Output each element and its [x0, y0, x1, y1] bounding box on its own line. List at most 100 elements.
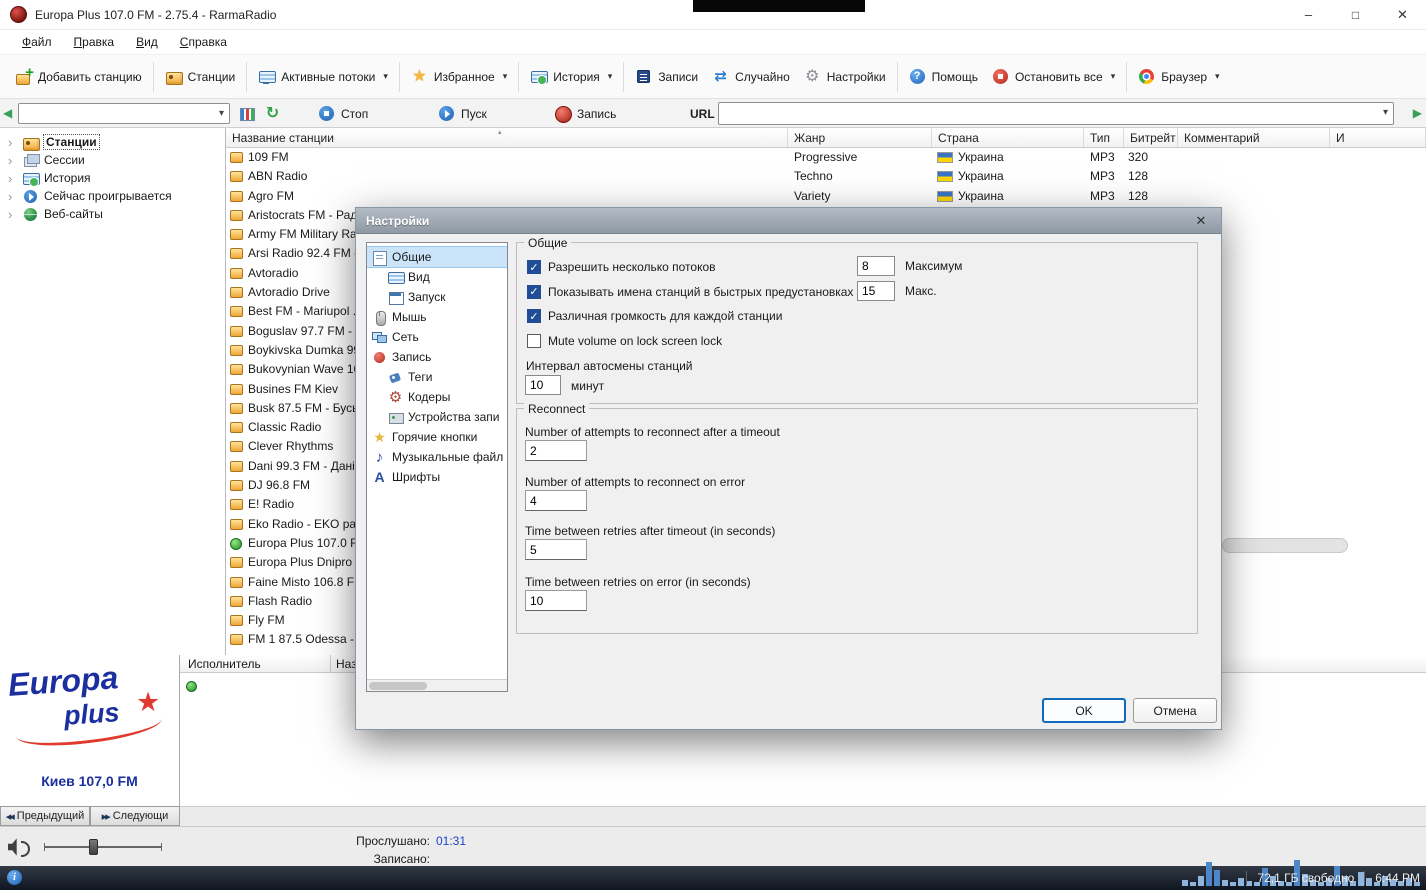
- settings-tree-item-fonts[interactable]: Шрифты: [367, 467, 507, 487]
- reconnect-field-input[interactable]: [525, 539, 587, 560]
- reconnect-field-input[interactable]: [525, 590, 587, 611]
- menu-help[interactable]: Справка: [170, 32, 237, 52]
- settings-tree-item-devices[interactable]: Устройства запи: [367, 407, 507, 427]
- scroll-left-icon[interactable]: [3, 106, 12, 120]
- column-header[interactable]: И: [1330, 128, 1426, 147]
- dropdown-caret-icon[interactable]: [608, 71, 613, 82]
- column-header[interactable]: Битрейт: [1124, 128, 1178, 147]
- record-button[interactable]: Запись: [546, 102, 624, 125]
- sidebar-item-sessions[interactable]: Сессии: [0, 151, 225, 169]
- checkbox[interactable]: [527, 284, 541, 299]
- preset-combobox[interactable]: [18, 103, 230, 124]
- settings-tree-item-recdot[interactable]: Запись: [367, 347, 507, 367]
- refresh-icon[interactable]: [264, 105, 281, 122]
- settings-tree-item-general[interactable]: Общие: [367, 246, 507, 268]
- station-row[interactable]: Agro FM Variety Украина MP3 128: [226, 187, 1426, 206]
- reconnect-field-input[interactable]: [525, 440, 587, 461]
- previous-button[interactable]: Предыдущий: [0, 806, 90, 826]
- url-input[interactable]: [718, 102, 1394, 125]
- sidebar-item-nowplaying[interactable]: Сейчас проигрывается: [0, 187, 225, 205]
- play-button[interactable]: Пуск: [430, 102, 495, 125]
- chevron-right-icon[interactable]: [8, 207, 17, 222]
- field-input[interactable]: [857, 280, 895, 301]
- chevron-right-icon[interactable]: [8, 135, 17, 150]
- cancel-button[interactable]: Отмена: [1133, 698, 1217, 723]
- chevron-right-icon[interactable]: [8, 189, 17, 204]
- dropdown-caret-icon[interactable]: [1215, 71, 1220, 82]
- chevron-right-icon[interactable]: [8, 171, 17, 186]
- statusbar-right: 72,1 ГБ свободно 6:44 PM: [1246, 866, 1420, 890]
- menu-view[interactable]: Вид: [126, 32, 168, 52]
- artist-column-header[interactable]: Исполнитель: [188, 657, 261, 671]
- chevron-right-icon[interactable]: [8, 153, 17, 168]
- interval-input[interactable]: [525, 375, 561, 395]
- settings-tree-item-encoders[interactable]: Кодеры: [367, 387, 507, 407]
- scrollbar-thumb[interactable]: [369, 682, 427, 690]
- column-header[interactable]: Комментарий: [1178, 128, 1330, 147]
- checkbox[interactable]: [527, 333, 541, 348]
- dropdown-caret-icon[interactable]: [383, 71, 388, 82]
- station-row[interactable]: 109 FM Progressive Украина MP3 320: [226, 148, 1426, 167]
- sidebar-item-history[interactable]: История: [0, 169, 225, 187]
- browser-button[interactable]: Браузер: [1131, 62, 1226, 91]
- menu-file[interactable]: Файл: [12, 32, 62, 52]
- stations-button[interactable]: Станции: [158, 62, 243, 91]
- station-row[interactable]: ABN Radio Techno Украина MP3 128: [226, 167, 1426, 186]
- add-station-button[interactable]: Добавить станцию: [8, 62, 149, 91]
- settings-tree-item-startup[interactable]: Запуск: [367, 287, 507, 307]
- tree-hscrollbar[interactable]: [367, 679, 507, 691]
- stop-button[interactable]: Стоп: [310, 102, 376, 125]
- column-header-label: Комментарий: [1184, 131, 1260, 145]
- checkbox[interactable]: [527, 260, 541, 274]
- reconnect-field-input[interactable]: [525, 490, 587, 511]
- dropdown-caret-icon[interactable]: [503, 71, 508, 82]
- url-dropdown-caret-icon[interactable]: [1383, 107, 1388, 118]
- settings-tree-item-tags[interactable]: Теги: [367, 367, 507, 387]
- settings-tree-item-mouse[interactable]: Мышь: [367, 307, 507, 327]
- dropdown-caret-icon[interactable]: [1111, 71, 1116, 82]
- info-icon[interactable]: i: [7, 870, 22, 885]
- recorded-label: Записано:: [373, 852, 430, 866]
- field-input[interactable]: [857, 256, 895, 276]
- next-button[interactable]: Следующи: [90, 806, 180, 826]
- station-name: Clever Rhythms: [248, 439, 334, 454]
- column-header[interactable]: Тип: [1084, 128, 1124, 147]
- column-header[interactable]: Жанр: [788, 128, 932, 147]
- dialog-titlebar[interactable]: Настройки: [356, 208, 1221, 234]
- toolbar-button-label: Станции: [187, 69, 236, 84]
- sidebar-item-stations[interactable]: Станции: [0, 133, 225, 151]
- settings-button[interactable]: Настройки: [797, 62, 893, 91]
- menu-edit[interactable]: Правка: [64, 32, 125, 52]
- settings-tree-item-view[interactable]: Вид: [367, 267, 507, 287]
- maximize-icon[interactable]: [1332, 0, 1379, 29]
- favorites-button[interactable]: Избранное: [404, 62, 514, 91]
- ok-button[interactable]: OK: [1042, 698, 1126, 723]
- scroll-right-icon[interactable]: [1413, 106, 1422, 120]
- station-icon: [230, 615, 243, 627]
- random-button[interactable]: Случайно: [705, 62, 797, 91]
- stop-all-button[interactable]: Остановить все: [985, 62, 1122, 91]
- records-button[interactable]: Записи: [628, 62, 705, 91]
- column-header[interactable]: Название станции: [226, 128, 788, 147]
- minimize-icon[interactable]: [1285, 0, 1332, 29]
- history-button[interactable]: История: [523, 62, 619, 91]
- speaker-icon[interactable]: [8, 838, 30, 857]
- volume-slider[interactable]: [44, 839, 162, 855]
- station-name: E! Radio: [248, 497, 295, 512]
- add-station-icon: [15, 64, 34, 85]
- equalizer-icon[interactable]: [238, 105, 255, 122]
- checkbox[interactable]: [527, 309, 541, 323]
- help-button[interactable]: Помощь: [902, 62, 985, 91]
- settings-tree-item-network[interactable]: Сеть: [367, 327, 507, 347]
- sidebar-item-websites[interactable]: Веб-сайты: [0, 205, 225, 223]
- volume-handle[interactable]: [88, 839, 98, 855]
- stray-scrollbar[interactable]: [1222, 538, 1348, 553]
- settings-tree-item-hotkeys[interactable]: Горячие кнопки: [367, 427, 507, 447]
- name-column-header[interactable]: Наз: [336, 657, 357, 671]
- close-icon[interactable]: [1379, 0, 1426, 29]
- column-header[interactable]: Страна: [932, 128, 1084, 147]
- settings-tree-item-music[interactable]: Музыкальные файл: [367, 447, 507, 467]
- station-icon: [230, 499, 243, 511]
- dialog-close-icon[interactable]: [1191, 213, 1211, 229]
- active-streams-button[interactable]: Активные потоки: [251, 62, 395, 91]
